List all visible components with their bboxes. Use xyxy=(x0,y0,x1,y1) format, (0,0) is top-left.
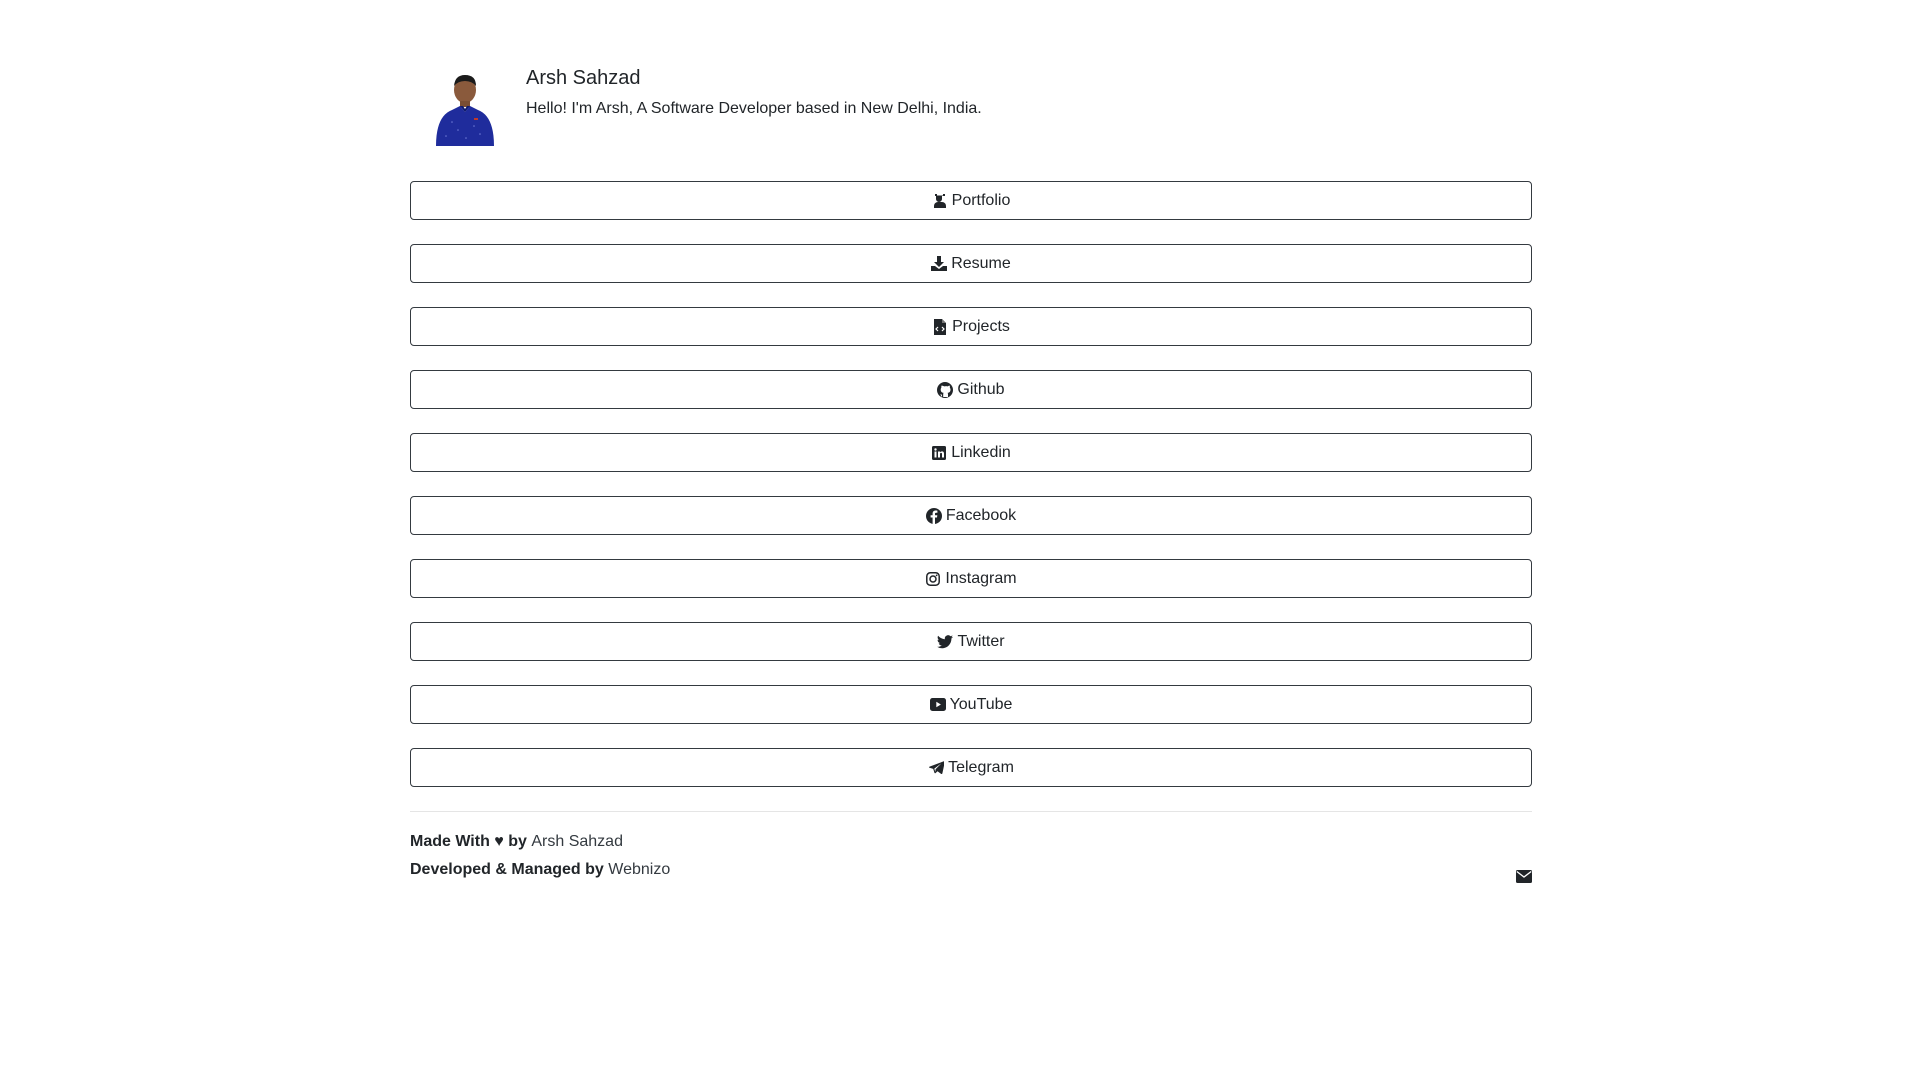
telegram-label: Telegram xyxy=(948,758,1014,776)
linkedin-icon xyxy=(931,445,947,461)
portfolio-icon xyxy=(932,193,948,209)
projects-button[interactable]: Projects xyxy=(410,307,1532,346)
footer: Made With ♥ by Arsh Sahzad Developed & M… xyxy=(410,811,1532,884)
twitter-icon xyxy=(937,634,954,650)
twitter-button[interactable]: Twitter xyxy=(410,622,1532,661)
link-list: Portfolio Resume Projects Github Linkedi xyxy=(410,181,1532,787)
facebook-button[interactable]: Facebook xyxy=(410,496,1532,535)
avatar xyxy=(430,72,500,146)
github-label: Github xyxy=(957,380,1005,398)
linkedin-button[interactable]: Linkedin xyxy=(410,433,1532,472)
download-icon xyxy=(931,256,948,272)
resume-button[interactable]: Resume xyxy=(410,244,1532,283)
footer-developed-by: Developed & Managed by Webnizo xyxy=(410,856,1532,884)
instagram-label: Instagram xyxy=(945,569,1017,587)
author-link[interactable]: Arsh Sahzad xyxy=(531,833,623,850)
envelope-icon[interactable] xyxy=(1516,870,1532,884)
github-button[interactable]: Github xyxy=(410,370,1532,409)
profile-name: Arsh Sahzad xyxy=(526,67,641,89)
footer-made-with: Made With ♥ by Arsh Sahzad xyxy=(410,828,1532,856)
youtube-icon xyxy=(929,697,946,713)
youtube-button[interactable]: YouTube xyxy=(410,685,1532,724)
resume-label: Resume xyxy=(951,254,1011,272)
youtube-label: YouTube xyxy=(949,695,1013,713)
file-code-icon xyxy=(932,318,948,335)
instagram-icon xyxy=(925,571,941,587)
facebook-label: Facebook xyxy=(945,506,1017,524)
profile-bio: Hello! I'm Arsh, A Software Developer ba… xyxy=(526,100,982,117)
developed-by-text: Developed & Managed by xyxy=(410,861,609,878)
instagram-button[interactable]: Instagram xyxy=(410,559,1532,598)
profile-header: Arsh Sahzad Hello! I'm Arsh, A Software … xyxy=(410,62,1532,154)
made-with-text: Made With ♥ by xyxy=(410,833,532,850)
linkedin-label: Linkedin xyxy=(951,443,1011,461)
telegram-icon xyxy=(928,760,944,776)
twitter-label: Twitter xyxy=(957,632,1005,650)
projects-label: Projects xyxy=(952,317,1010,335)
portfolio-button[interactable]: Portfolio xyxy=(410,181,1532,220)
portfolio-label: Portfolio xyxy=(951,191,1011,209)
facebook-icon xyxy=(925,507,942,524)
github-icon xyxy=(937,381,954,398)
page-container: Arsh Sahzad Hello! I'm Arsh, A Software … xyxy=(410,62,1532,884)
webnizo-link[interactable]: Webnizo xyxy=(608,861,670,878)
profile-intro: Arsh Sahzad Hello! I'm Arsh, A Software … xyxy=(526,62,982,120)
telegram-button[interactable]: Telegram xyxy=(410,748,1532,787)
